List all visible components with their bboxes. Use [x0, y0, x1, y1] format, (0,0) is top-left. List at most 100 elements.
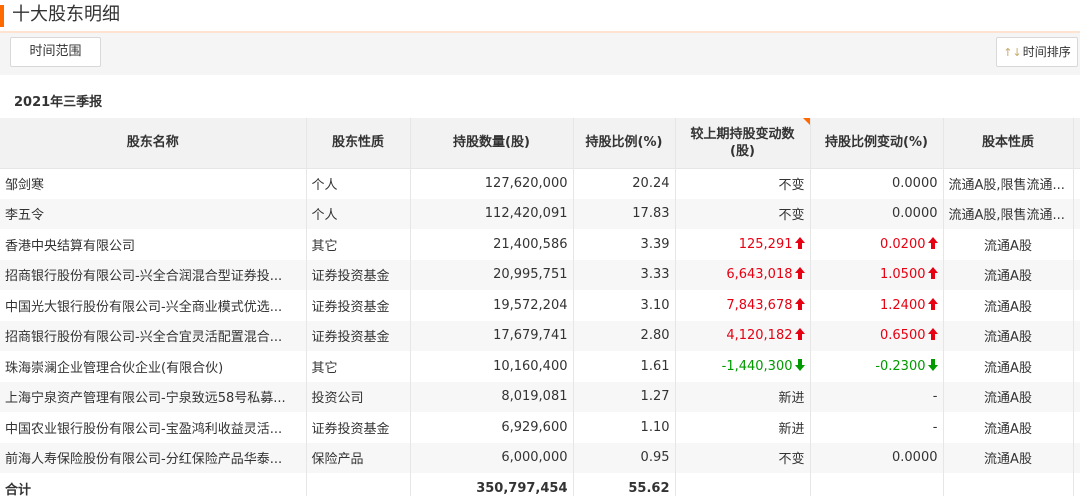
- cell-shareholder-name-value: 李五令: [5, 208, 45, 224]
- header-label: 股本性质: [981, 135, 1034, 151]
- cell-share-ratio: 17.83: [573, 198, 676, 229]
- table-row[interactable]: 前海人寿保险股份有限公司-分红保险产品华泰... 保险产品 6,000,000 0.9…: [0, 442, 1080, 473]
- cell-share-change: 新进: [675, 381, 811, 412]
- header-col-share-change[interactable]: 较上期持股变动数(股): [675, 118, 811, 169]
- table-row[interactable]: 李五令 个人 112,420,091 17.83 不变 0.0000 流通A股,限售流通..…: [0, 198, 1080, 229]
- cell-spacer: [1073, 259, 1080, 290]
- table-row[interactable]: 上海宁泉资产管理有限公司-宁泉致远58号私募... 投资公司 8,019,081 1.…: [0, 381, 1080, 412]
- sort-icon: ↑↓: [1003, 46, 1022, 59]
- cell-ratio-change: -0.2300: [810, 351, 944, 382]
- cell-share-change-value: 6,643,018: [726, 267, 793, 283]
- cell-share-change: 不变: [675, 168, 811, 199]
- cell-spacer: [1073, 229, 1080, 260]
- cell-share-count: 21,400,586: [410, 229, 574, 260]
- cell-share-change-value: -1,440,300: [721, 358, 793, 374]
- cell-share-count: 127,620,000: [410, 168, 574, 199]
- table-row[interactable]: 香港中央结算有限公司 其它 21,400,586 3.39 125,291 0.0200 流…: [0, 229, 1080, 260]
- cell-shareholder-type: 证券投资基金: [306, 320, 411, 351]
- table-row[interactable]: 珠海崇澜企业管理合伙企业(有限合伙) 其它 10,160,400 1.61 -1,440…: [0, 351, 1080, 382]
- cell-share-nature-value: 流通A股: [984, 360, 1032, 376]
- cell-share-ratio-value: 3.10: [640, 297, 670, 313]
- cell-share-count-value: 112,420,091: [484, 206, 568, 222]
- arrow-up-icon: [927, 297, 938, 310]
- table-row[interactable]: 中国光大银行股份有限公司-兴全商业模式优选... 证券投资基金 19,572,204…: [0, 290, 1080, 321]
- time-sort-button[interactable]: ↑↓时间排序: [996, 37, 1078, 67]
- cell-share-ratio: 2.80: [573, 320, 676, 351]
- cell-shareholder-type-value: 个人: [311, 208, 338, 224]
- cell-shareholder-name: 邹剑寒: [0, 168, 307, 199]
- arrow-up-icon: [794, 328, 805, 341]
- table-row[interactable]: 中国农业银行股份有限公司-宝盈鸿利收益灵活... 证券投资基金 6,929,600 1…: [0, 412, 1080, 443]
- cell-empty: [943, 473, 1074, 496]
- cell-share-count: 112,420,091: [410, 198, 574, 229]
- cell-share-count-value: 17,679,741: [493, 328, 568, 344]
- cell-share-nature: 流通A股: [943, 442, 1074, 473]
- arrow-up-icon: [927, 328, 938, 341]
- cell-ratio-change-value: -0.2300: [875, 358, 926, 374]
- report-period: 2021年三季报: [14, 95, 103, 110]
- cell-shareholder-type-value: 投资公司: [311, 391, 364, 407]
- page-title: 十大股东明细: [12, 4, 120, 25]
- cell-shareholder-type-value: 证券投资基金: [311, 330, 390, 346]
- section-header: 十大股东明细: [0, 0, 1080, 32]
- time-sort-label: 时间排序: [1022, 45, 1071, 59]
- cell-ratio-change-value: 1.0500: [880, 267, 926, 283]
- cell-shareholder-type: 证券投资基金: [306, 259, 411, 290]
- cell-ratio-change-value: 0.0000: [892, 450, 938, 466]
- cell-empty: [675, 473, 811, 496]
- cell-share-change-value: 4,120,182: [726, 328, 793, 344]
- cell-shareholder-name: 招商银行股份有限公司-兴全合润混合型证券投...: [0, 259, 307, 290]
- cell-shareholder-name-value: 中国农业银行股份有限公司-宝盈鸿利收益灵活...: [5, 421, 283, 437]
- cell-shareholder-name: 招商银行股份有限公司-兴全合宜灵活配置混合...: [0, 320, 307, 351]
- cell-ratio-change: 1.2400: [810, 290, 944, 321]
- cell-share-ratio: 3.33: [573, 259, 676, 290]
- cell-shareholder-type: 其它: [306, 229, 411, 260]
- cell-shareholder-name-value: 中国光大银行股份有限公司-兴全商业模式优选...: [5, 299, 283, 315]
- cell-shareholder-type: 投资公司: [306, 381, 411, 412]
- cell-share-ratio-value: 1.10: [640, 419, 670, 435]
- header-label: 持股比例(%): [585, 135, 663, 151]
- cell-ratio-change-value: 0.6500: [880, 328, 926, 344]
- cell-share-change: -1,440,300: [675, 351, 811, 382]
- cell-share-count: 17,679,741: [410, 320, 574, 351]
- sort-indicator-icon: [802, 118, 810, 125]
- cell-share-nature-value: 流通A股: [984, 299, 1032, 315]
- cell-share-change-value: 7,843,678: [726, 297, 793, 313]
- cell-share-ratio: 3.10: [573, 290, 676, 321]
- cell-spacer: [1073, 198, 1080, 229]
- header-col-share-count: 持股数量(股): [410, 118, 574, 169]
- cell-share-ratio: 1.27: [573, 381, 676, 412]
- cell-shareholder-name: 李五令: [0, 198, 307, 229]
- cell-share-nature-value: 流通A股: [984, 269, 1032, 285]
- table-row[interactable]: 邹剑寒 个人 127,620,000 20.24 不变 0.0000 流通A股,限售流通..…: [0, 168, 1080, 199]
- cell-share-ratio-value: 1.27: [640, 389, 670, 405]
- time-range-button[interactable]: 时间范围: [10, 37, 101, 67]
- cell-share-count: 6,000,000: [410, 442, 574, 473]
- cell-shareholder-type-value: 保险产品: [311, 452, 364, 468]
- cell-shareholder-name-value: 邹剑寒: [5, 178, 45, 193]
- cell-shareholder-name-value: 珠海崇澜企业管理合伙企业(有限合伙): [5, 360, 224, 376]
- cell-share-count-value: 6,929,600: [501, 419, 568, 435]
- cell-share-ratio-value: 20.24: [632, 176, 670, 191]
- cell-shareholder-type: 保险产品: [306, 442, 411, 473]
- header-spacer: [1073, 118, 1080, 169]
- cell-share-nature: 流通A股: [943, 290, 1074, 321]
- cell-shareholder-type-value: 其它: [311, 238, 338, 254]
- cell-share-change: 新进: [675, 412, 811, 443]
- header-col-share-ratio: 持股比例(%): [573, 118, 676, 169]
- table-row[interactable]: 招商银行股份有限公司-兴全合宜灵活配置混合... 证券投资基金 17,679,741…: [0, 320, 1080, 351]
- arrow-up-icon: [794, 297, 805, 310]
- cell-share-nature-value: 流通A股: [984, 421, 1032, 437]
- cell-ratio-change: 0.0000: [810, 198, 944, 229]
- cell-share-nature: 流通A股: [943, 412, 1074, 443]
- cell-shareholder-name-value: 上海宁泉资产管理有限公司-宁泉致远58号私募...: [5, 391, 286, 407]
- cell-share-ratio: 1.61: [573, 351, 676, 382]
- cell-share-nature: 流通A股,限售流通...: [943, 198, 1074, 229]
- cell-total-label-value: 合计: [5, 482, 32, 496]
- cell-shareholder-name: 前海人寿保险股份有限公司-分红保险产品华泰...: [0, 442, 307, 473]
- cell-share-change-value: 新进: [778, 421, 805, 437]
- cell-total-ratio: 55.62: [573, 473, 676, 496]
- table-row[interactable]: 招商银行股份有限公司-兴全合润混合型证券投... 证券投资基金 20,995,751…: [0, 259, 1080, 290]
- cell-share-nature: 流通A股: [943, 259, 1074, 290]
- header-col-share-nature: 股本性质: [943, 118, 1074, 169]
